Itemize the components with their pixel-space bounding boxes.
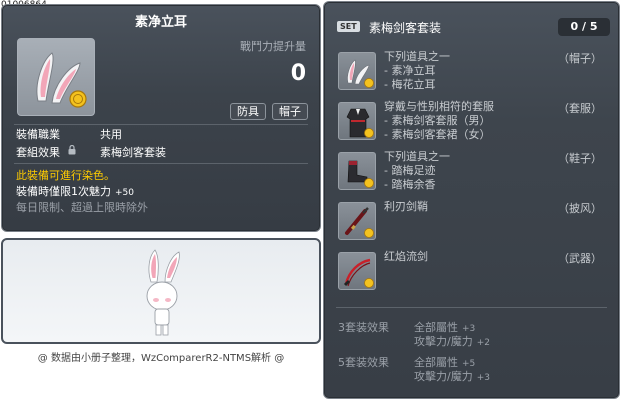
set-item-line: - 踏梅足迹 (384, 164, 436, 177)
set-item-text: 利刃剑鞘 (384, 200, 428, 214)
bonus-value: +3 (476, 373, 490, 383)
combat-power-value: 0 (290, 61, 306, 86)
job-value: 共用 (100, 128, 122, 141)
set-item-line: 红焰流剑 (384, 250, 428, 263)
set-item-text: 下列道具之一 - 踏梅足迹 - 踏梅余香 (384, 150, 450, 192)
bunny-ears-icon (36, 52, 87, 108)
set-item-line: - 素净立耳 (384, 64, 436, 77)
set-item-line: - 踏梅余香 (384, 178, 436, 191)
tag-hat: 帽子 (272, 103, 308, 120)
character-preview (1, 238, 321, 344)
item-icon-box (17, 38, 95, 116)
item-tooltip-panel: 素净立耳 戰鬥力提升量 0 防具 帽子 裝備職業 共用 套組效果 素梅剑客套装 … (1, 4, 321, 232)
set-item-type: （披风） (558, 202, 602, 215)
set-name: 素梅剑客套装 (369, 21, 442, 35)
character-avatar (146, 249, 180, 336)
set-item-type: （套服） (558, 102, 602, 115)
set-item-line: 穿戴与性别相符的套服 (384, 100, 494, 113)
bunny-ears-icon (347, 59, 374, 88)
set-item-line: 下列道具之一 (384, 150, 450, 163)
combat-power-label: 戰鬥力提升量 (240, 40, 306, 53)
set-item-text: 下列道具之一 - 素净立耳 - 梅花立耳 (384, 50, 450, 92)
set-item-line: - 素梅剑客套服（男） (384, 114, 491, 127)
set-item-line: 下列道具之一 (384, 50, 450, 63)
equip-limit-text: 裝備時僅限1次魅力 (16, 185, 111, 198)
robe-icon (346, 108, 374, 138)
set-item-icon-box (338, 52, 376, 90)
divider (336, 307, 607, 308)
credit-text: @ 数据由小册子整理，WzComparerR2-NTMS解析 @ (37, 353, 285, 364)
bonus-stat: 攻擊力/魔力 (414, 370, 473, 383)
set-item-icon-box (338, 202, 376, 240)
set-bonus-5-line: 攻擊力/魔力 +3 (414, 368, 490, 384)
set-bonus-3-line: 攻擊力/魔力 +2 (414, 333, 490, 349)
set-count: 0 / 5 (558, 18, 610, 36)
set-item-line: - 素梅剑客套裙（女） (384, 128, 491, 141)
set-effect-panel: SET 素梅剑客套装 0 / 5 下列道具之一 - 素净立耳 - 梅花立耳 （帽… (323, 1, 620, 399)
bonus-stat: 攻擊力/魔力 (414, 335, 473, 348)
dye-note: 此裝備可進行染色。 (16, 169, 115, 182)
boots-icon (347, 160, 374, 188)
set-item-icon-box (338, 102, 376, 140)
bonus-value: +2 (476, 338, 490, 348)
divider (14, 124, 308, 125)
set-item-line: - 梅花立耳 (384, 78, 436, 91)
set-item-type: （帽子） (558, 52, 602, 65)
divider (14, 163, 308, 164)
set-item-type: （武器） (558, 252, 602, 265)
set-item-type: （鞋子） (558, 152, 602, 165)
item-name: 素净立耳 (134, 15, 187, 30)
set-effect-label: 套組效果 (16, 146, 60, 159)
lock-icon (68, 145, 76, 155)
sword-sheath-icon (345, 207, 374, 238)
daily-note: 每日限制、超過上限時除外 (16, 201, 148, 214)
red-sword-icon (343, 258, 374, 288)
set-item-icon-box (338, 252, 376, 290)
set-item-icon-box (338, 152, 376, 190)
equip-limit-bonus: +50 (115, 188, 134, 198)
job-label: 裝備職業 (16, 128, 60, 141)
set-bonus-3-title: 3套装效果 (338, 321, 389, 334)
tag-armor: 防具 (230, 103, 266, 120)
set-item-line: 利刃剑鞘 (384, 200, 428, 213)
set-bonus-5-title: 5套装效果 (338, 356, 389, 369)
set-item-text: 红焰流剑 (384, 250, 428, 264)
set-effect-value: 素梅剑客套装 (100, 146, 166, 159)
set-item-text: 穿戴与性别相符的套服 - 素梅剑客套服（男） - 素梅剑客套裙（女） (384, 100, 494, 142)
equip-limit: 裝備時僅限1次魅力 +50 (16, 183, 134, 199)
set-badge: SET (337, 21, 360, 32)
